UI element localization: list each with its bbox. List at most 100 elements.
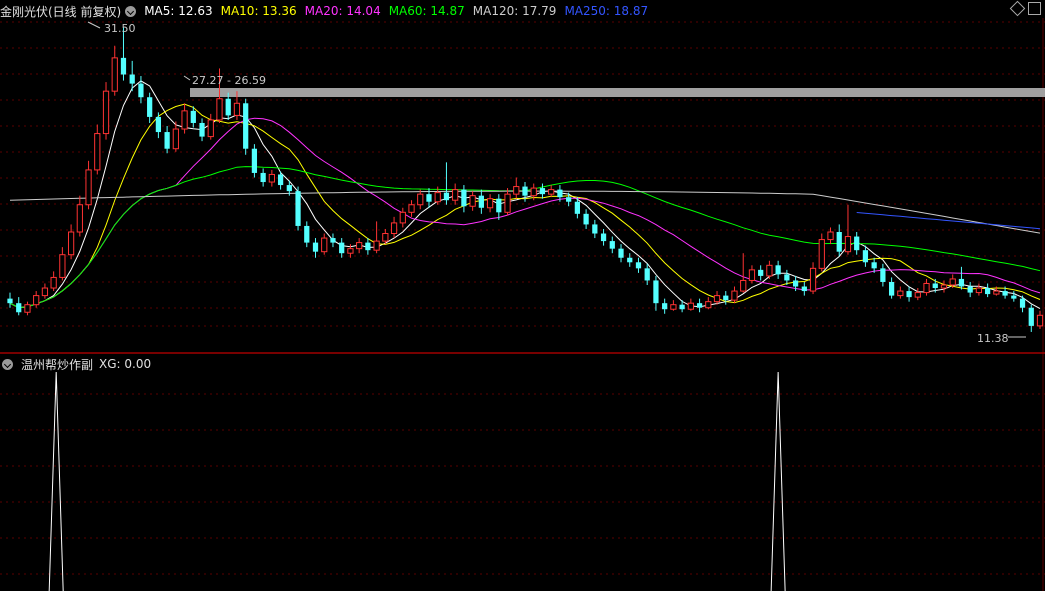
candle (469, 191, 476, 211)
candle (609, 236, 615, 254)
candle (339, 238, 345, 258)
candle (330, 233, 336, 248)
candle (705, 297, 712, 310)
candle-body (277, 174, 284, 186)
candle-body (164, 132, 170, 149)
candle-body (679, 304, 685, 310)
candle-body (67, 231, 75, 256)
candle (1036, 310, 1044, 329)
candle (16, 297, 22, 316)
candle-body (854, 236, 860, 251)
candle (356, 238, 363, 254)
candle-body (662, 303, 668, 310)
candle-body (940, 284, 948, 289)
candle-body (373, 240, 380, 251)
candle-body (434, 192, 441, 203)
candle-body (408, 204, 415, 213)
candle-body (347, 248, 354, 254)
candle (50, 271, 57, 292)
candle-body (268, 173, 275, 183)
grid-lines (0, 18, 1045, 591)
candle (748, 265, 756, 284)
candle (41, 283, 49, 299)
candle-body (339, 242, 345, 254)
candle-body (792, 280, 799, 287)
candle (583, 209, 589, 229)
candle-body (138, 83, 144, 98)
candle (251, 144, 258, 178)
candle (687, 298, 694, 311)
candle (1019, 295, 1026, 313)
candle-body (390, 222, 398, 235)
candle-body (897, 290, 904, 297)
candle-body (932, 283, 938, 289)
candle-body (600, 233, 607, 242)
candle (207, 113, 214, 140)
candle (1028, 304, 1034, 332)
candle-body (461, 189, 467, 207)
candle (662, 298, 668, 314)
candle-body (836, 232, 842, 252)
candle-body (618, 248, 624, 258)
candle (862, 245, 869, 267)
candle-body (24, 304, 31, 313)
candle (740, 253, 747, 293)
candle-body (382, 233, 389, 242)
candle (365, 238, 371, 255)
candle (399, 207, 406, 228)
candle-body (147, 97, 153, 117)
candle (147, 92, 153, 123)
candle-body (181, 110, 188, 130)
candle (539, 183, 546, 199)
candle-body (260, 172, 266, 183)
candle-body (330, 238, 336, 243)
candle (731, 286, 738, 304)
candle-body (504, 193, 511, 213)
candle (111, 45, 118, 96)
candle-body (304, 225, 310, 243)
candle (592, 219, 598, 239)
candle-body (452, 189, 459, 201)
candle (836, 224, 842, 257)
candle (758, 265, 764, 281)
low-price-label: 11.38 (977, 332, 1009, 345)
candle (85, 160, 92, 210)
candle (164, 126, 170, 154)
candle-body (809, 267, 817, 292)
candle (102, 82, 110, 140)
candle (478, 189, 484, 214)
candle (985, 283, 991, 298)
candle-body (775, 265, 781, 275)
candle-body (16, 303, 22, 313)
candle (486, 194, 494, 213)
candlestick-chart[interactable]: 31.50 27.27 - 26.59 11.38 (0, 0, 1045, 591)
candle (24, 301, 31, 316)
candle (818, 233, 825, 272)
candle-body (190, 110, 196, 123)
candle-body (827, 231, 834, 241)
candle-body (111, 57, 118, 92)
candle-body (609, 241, 615, 249)
candle (670, 300, 677, 311)
candle-body (417, 193, 424, 206)
candle-body (627, 257, 633, 263)
candle (304, 221, 310, 248)
candle-body (888, 281, 895, 296)
candle-body (880, 268, 886, 282)
candle-body (862, 250, 869, 263)
candle (897, 286, 904, 299)
candle-body (574, 201, 580, 214)
candle (723, 291, 729, 305)
candle-body (426, 194, 432, 202)
candle-body (766, 264, 773, 277)
candle-body (233, 102, 241, 116)
candle (1011, 291, 1017, 302)
candle-body (758, 269, 764, 276)
candle (653, 275, 659, 311)
candle-body (1036, 314, 1044, 327)
candle (295, 186, 301, 231)
candle (138, 76, 144, 104)
high-price-label: 31.50 (104, 22, 136, 35)
candle-body (801, 286, 807, 292)
candle-body (557, 189, 563, 198)
